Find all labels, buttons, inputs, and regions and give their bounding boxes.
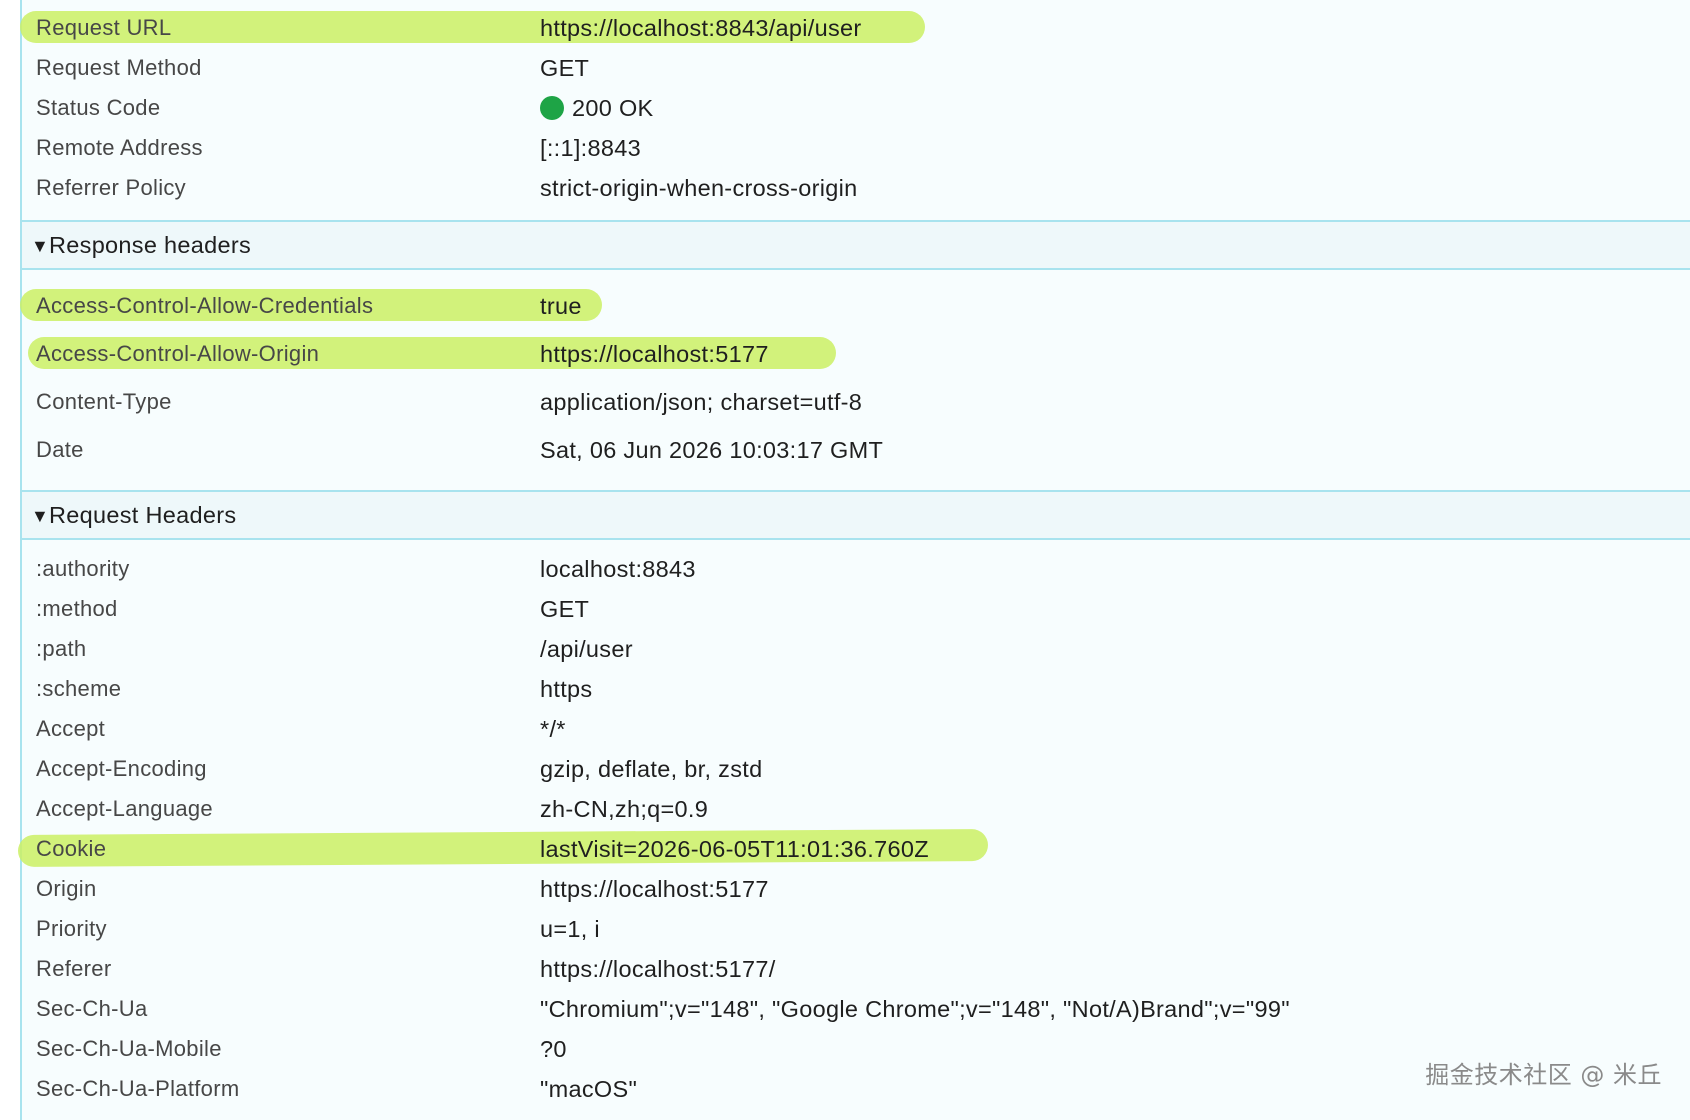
- header-value[interactable]: GET: [540, 50, 589, 90]
- header-key: Cookie: [36, 836, 107, 861]
- section-toggle-request-headers[interactable]: ▼ Request Headers: [22, 490, 1690, 540]
- header-row-access-control-allow-origin[interactable]: Access-Control-Allow-Origin https://loca…: [22, 336, 1690, 376]
- header-row-request-url[interactable]: Request URL https://localhost:8843/api/u…: [20, 10, 1690, 50]
- header-value[interactable]: strict-origin-when-cross-origin: [540, 170, 858, 210]
- header-row-path[interactable]: :path /api/user: [22, 631, 1690, 671]
- header-value[interactable]: https://localhost:5177: [540, 871, 769, 911]
- header-key: Access-Control-Allow-Origin: [36, 341, 320, 366]
- header-key: Content-Type: [36, 389, 172, 414]
- triangle-down-icon: ▼: [31, 506, 49, 526]
- header-value[interactable]: "macOS": [540, 1071, 637, 1111]
- section-title: Response headers: [49, 232, 252, 258]
- section-title: Request Headers: [49, 502, 237, 528]
- header-row-remote-address[interactable]: Remote Address [::1]:8843: [22, 130, 1690, 170]
- status-text: 200 OK: [572, 95, 654, 121]
- header-key: Request Method: [36, 55, 202, 80]
- header-key: Referer: [36, 956, 112, 981]
- header-value[interactable]: GET: [540, 591, 589, 631]
- header-key: :method: [36, 596, 118, 621]
- header-row-accept[interactable]: Accept */*: [22, 711, 1690, 751]
- header-value[interactable]: ?0: [540, 1031, 567, 1071]
- header-value[interactable]: https: [540, 671, 592, 711]
- header-value[interactable]: Sat, 06 Jun 2026 10:03:17 GMT: [540, 432, 883, 472]
- header-row-authority[interactable]: :authority localhost:8843: [22, 551, 1690, 591]
- header-value[interactable]: gzip, deflate, br, zstd: [540, 751, 762, 791]
- header-value[interactable]: https://localhost:5177/: [540, 951, 776, 991]
- header-row-content-type[interactable]: Content-Type application/json; charset=u…: [22, 384, 1690, 424]
- header-key: :scheme: [36, 676, 122, 701]
- header-key: Access-Control-Allow-Credentials: [36, 293, 374, 318]
- section-toggle-response-headers[interactable]: ▼ Response headers: [22, 220, 1690, 270]
- header-value[interactable]: localhost:8843: [540, 551, 696, 591]
- header-key: Origin: [36, 876, 97, 901]
- header-value[interactable]: 200 OK: [540, 90, 654, 130]
- header-row-accept-encoding[interactable]: Accept-Encoding gzip, deflate, br, zstd: [22, 751, 1690, 791]
- header-key: Sec-Ch-Ua-Mobile: [36, 1036, 222, 1061]
- status-ok-icon: [540, 96, 564, 120]
- header-row-referrer-policy[interactable]: Referrer Policy strict-origin-when-cross…: [22, 170, 1690, 210]
- triangle-down-icon: ▼: [31, 236, 49, 256]
- header-row-priority[interactable]: Priority u=1, i: [22, 911, 1690, 951]
- header-key: :authority: [36, 556, 130, 581]
- header-row-method[interactable]: :method GET: [22, 591, 1690, 631]
- header-row-request-method[interactable]: Request Method GET: [22, 50, 1690, 90]
- header-key: Accept-Encoding: [36, 756, 207, 781]
- header-key: Request URL: [36, 15, 172, 40]
- header-key: :path: [36, 636, 87, 661]
- header-key: Date: [36, 437, 84, 462]
- header-value[interactable]: zh-CN,zh;q=0.9: [540, 791, 708, 831]
- watermark-text: 掘金技术社区 @ 米丘: [1425, 1061, 1662, 1089]
- header-key: Accept: [36, 716, 106, 741]
- header-row-accept-language[interactable]: Accept-Language zh-CN,zh;q=0.9: [22, 791, 1690, 831]
- header-row-referer[interactable]: Referer https://localhost:5177/: [22, 951, 1690, 991]
- header-row-origin[interactable]: Origin https://localhost:5177: [22, 871, 1690, 911]
- header-row-access-control-allow-credentials[interactable]: Access-Control-Allow-Credentials true: [20, 288, 1690, 328]
- header-row-cookie[interactable]: Cookie lastVisit=2026-06-05T11:01:36.760…: [17, 829, 1690, 871]
- header-value[interactable]: https://localhost:5177: [540, 336, 769, 376]
- header-key: Referrer Policy: [36, 175, 186, 200]
- header-row-date[interactable]: Date Sat, 06 Jun 2026 10:03:17 GMT: [22, 432, 1690, 472]
- header-key: Priority: [36, 916, 107, 941]
- header-row-sec-ch-ua[interactable]: Sec-Ch-Ua "Chromium";v="148", "Google Ch…: [22, 991, 1690, 1031]
- header-value[interactable]: https://localhost:8843/api/user: [540, 10, 862, 50]
- header-key: Sec-Ch-Ua: [36, 996, 148, 1021]
- header-value[interactable]: u=1, i: [540, 911, 600, 951]
- header-value[interactable]: "Chromium";v="148", "Google Chrome";v="1…: [540, 991, 1290, 1031]
- header-row-scheme[interactable]: :scheme https: [22, 671, 1690, 711]
- header-key: Remote Address: [36, 135, 203, 160]
- header-key: Accept-Language: [36, 796, 213, 821]
- header-value[interactable]: [::1]:8843: [540, 130, 641, 170]
- header-value[interactable]: application/json; charset=utf-8: [540, 384, 862, 424]
- header-key: Status Code: [36, 95, 161, 120]
- header-value[interactable]: lastVisit=2026-06-05T11:01:36.760Z: [540, 831, 929, 871]
- header-value[interactable]: true: [540, 288, 582, 328]
- header-key: Sec-Ch-Ua-Platform: [36, 1076, 240, 1101]
- header-row-status-code[interactable]: Status Code 200 OK: [22, 90, 1690, 130]
- header-value[interactable]: /api/user: [540, 631, 633, 671]
- headers-panel: Request URL https://localhost:8843/api/u…: [17, 0, 1690, 1120]
- header-value[interactable]: */*: [540, 711, 566, 751]
